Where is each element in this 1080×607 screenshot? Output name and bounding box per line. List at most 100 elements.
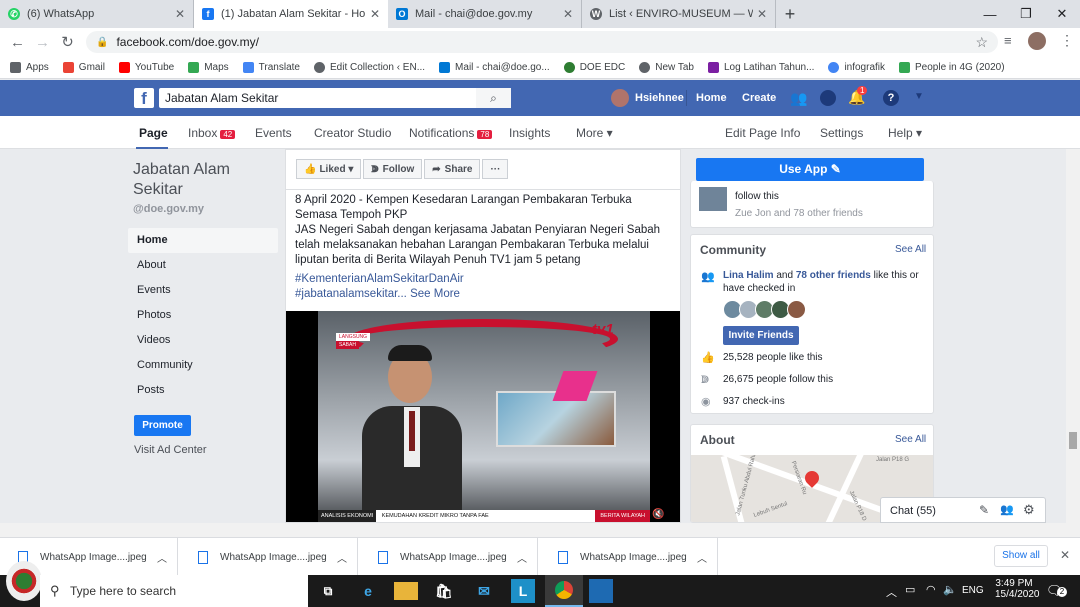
home-link[interactable]: Home: [696, 92, 727, 104]
bookmark-translate[interactable]: Translate: [242, 61, 300, 73]
nav-more[interactable]: More ▾: [576, 126, 613, 140]
see-more-link[interactable]: See More: [410, 288, 460, 300]
nav-settings[interactable]: Settings: [820, 126, 863, 140]
omnibox[interactable]: 🔒 facebook.com/doe.gov.my/ ☆: [86, 31, 998, 53]
visit-ad-center-link[interactable]: Visit Ad Center: [134, 444, 278, 456]
bookmark-infografik[interactable]: infografik: [828, 61, 885, 73]
wifi-icon[interactable]: ◠: [926, 583, 936, 596]
invite-friends-button[interactable]: Invite Friends: [723, 326, 799, 345]
file-explorer-icon[interactable]: [394, 582, 418, 600]
left-nav-community[interactable]: Community: [128, 353, 278, 378]
account-menu-icon[interactable]: ▼: [914, 91, 924, 102]
bookmark-youtube[interactable]: YouTube: [118, 61, 174, 73]
community-see-all-link[interactable]: See All: [895, 244, 926, 255]
use-app-button[interactable]: Use App ✎: [696, 158, 924, 181]
bookmark-maps[interactable]: Maps: [188, 61, 229, 73]
help-icon[interactable]: ?: [883, 90, 899, 106]
bookmark-doe-edc[interactable]: DOE EDC: [563, 61, 625, 73]
bookmark-new-tab[interactable]: New Tab: [639, 61, 694, 73]
new-tab-button[interactable]: +: [776, 0, 804, 28]
chrome-taskbar-button[interactable]: [545, 575, 583, 607]
compose-icon[interactable]: ✎: [979, 503, 989, 517]
close-icon[interactable]: ✕: [175, 7, 185, 21]
language-indicator[interactable]: ENG: [962, 585, 984, 596]
avatar[interactable]: [611, 89, 629, 107]
bookmark-mail[interactable]: Mail - chai@doe.go...: [439, 61, 550, 73]
chevron-up-icon[interactable]: ︿: [517, 550, 527, 565]
facebook-logo-icon[interactable]: f: [134, 88, 154, 108]
network-icon[interactable]: ▭: [905, 583, 915, 596]
follow-friends-text[interactable]: Zue Jon and 78 other friends: [735, 208, 863, 219]
l-app-icon[interactable]: L: [511, 579, 535, 603]
nav-insights[interactable]: Insights: [509, 126, 550, 140]
profile-link[interactable]: Hsiehnee: [635, 92, 684, 104]
taskbar-search-input[interactable]: ⚲ Type here to search: [40, 575, 308, 607]
create-link[interactable]: Create: [742, 92, 776, 104]
bookmark-people-4g[interactable]: People in 4G (2020): [899, 61, 1005, 73]
close-icon[interactable]: ✕: [370, 7, 380, 21]
promote-button[interactable]: Promote: [134, 415, 191, 436]
more-options-button[interactable]: ···: [482, 159, 509, 179]
avatar[interactable]: [787, 300, 806, 319]
nav-inbox[interactable]: Inbox 42: [188, 126, 236, 140]
friend-link[interactable]: Lina Halim: [723, 270, 774, 281]
tab-outlook[interactable]: O Mail - chai@doe.gov.my ✕: [388, 0, 582, 28]
window-close-button[interactable]: ✕: [1044, 0, 1080, 28]
scrollbar[interactable]: [1066, 149, 1080, 523]
download-item[interactable]: WhatsApp Image....jpeg ︿: [360, 538, 538, 576]
left-nav-videos[interactable]: Videos: [128, 328, 278, 353]
search-icon[interactable]: ⌕: [476, 88, 511, 108]
close-icon[interactable]: ✕: [1060, 548, 1070, 562]
reload-icon[interactable]: ↻: [55, 33, 80, 51]
volume-icon[interactable]: 🔈: [943, 583, 957, 596]
left-nav-photos[interactable]: Photos: [128, 303, 278, 328]
messenger-icon[interactable]: [820, 90, 836, 106]
menu-icon[interactable]: ⋮: [1060, 32, 1074, 49]
chevron-up-icon[interactable]: ︿: [886, 584, 897, 600]
post-video[interactable]: LANGSUNG SABAH tv1 ANALISIS EKONOMI KEMU…: [286, 311, 680, 522]
tab-wordpress[interactable]: W List ‹ ENVIRO-MUSEUM — Word ✕: [582, 0, 776, 28]
hashtag-link[interactable]: #KementerianAlamSekitarDanAir: [295, 272, 675, 287]
facebook-search-input[interactable]: Jabatan Alam Sekitar: [159, 88, 511, 108]
nav-page[interactable]: Page: [139, 126, 168, 140]
bookmark-apps[interactable]: Apps: [10, 61, 49, 73]
tab-whatsapp[interactable]: ✆ (6) WhatsApp ✕: [0, 0, 194, 28]
edge-icon[interactable]: e: [356, 579, 380, 603]
avatar[interactable]: [1028, 32, 1046, 50]
liked-button[interactable]: 👍 Liked ▾: [296, 159, 362, 179]
gear-icon[interactable]: ⚙: [1023, 502, 1035, 518]
left-nav-events[interactable]: Events: [128, 278, 278, 303]
close-icon[interactable]: ✕: [757, 7, 767, 21]
nav-notifications[interactable]: Notifications 78: [409, 126, 493, 140]
page-title[interactable]: Jabatan Alam Sekitar: [128, 149, 248, 200]
nav-creator-studio[interactable]: Creator Studio: [314, 126, 391, 140]
task-view-icon[interactable]: ⧉: [316, 579, 340, 603]
left-nav-posts[interactable]: Posts: [128, 378, 278, 403]
left-nav-about[interactable]: About: [128, 253, 278, 278]
show-all-button[interactable]: Show all: [994, 545, 1048, 567]
share-button[interactable]: ➦ Share: [424, 159, 481, 179]
download-item[interactable]: WhatsApp Image....jpeg ︿: [540, 538, 718, 576]
chat-bar[interactable]: Chat (55) ✎ 👥 ⚙: [880, 497, 1046, 523]
follow-button[interactable]: ↇ Follow: [363, 159, 423, 179]
friends-icon[interactable]: 👥: [790, 90, 807, 107]
chevron-up-icon[interactable]: ︿: [697, 550, 707, 565]
star-icon[interactable]: ☆: [975, 34, 988, 51]
back-icon[interactable]: ←: [5, 34, 30, 51]
hashtag-link[interactable]: #jabatanalamsekitar...: [295, 288, 407, 300]
left-nav-home[interactable]: Home: [128, 228, 278, 253]
photos-icon[interactable]: [589, 579, 613, 603]
about-see-all-link[interactable]: See All: [895, 434, 926, 445]
nav-edit-page-info[interactable]: Edit Page Info: [725, 126, 800, 140]
bookmark-gmail[interactable]: Gmail: [62, 61, 105, 73]
nav-events[interactable]: Events: [255, 126, 292, 140]
other-friends-link[interactable]: 78 other friends: [796, 270, 871, 281]
horizontal-scrollbar[interactable]: [0, 523, 1080, 537]
reading-list-icon[interactable]: ≡: [1004, 33, 1012, 48]
bookmark-log-latihan[interactable]: Log Latihan Tahun...: [707, 61, 814, 73]
mute-icon[interactable]: 🔇: [652, 509, 664, 520]
forward-icon[interactable]: →: [30, 34, 55, 51]
chevron-up-icon[interactable]: ︿: [157, 550, 167, 565]
chevron-up-icon[interactable]: ︿: [337, 550, 347, 565]
store-icon[interactable]: 🛍: [432, 579, 456, 603]
